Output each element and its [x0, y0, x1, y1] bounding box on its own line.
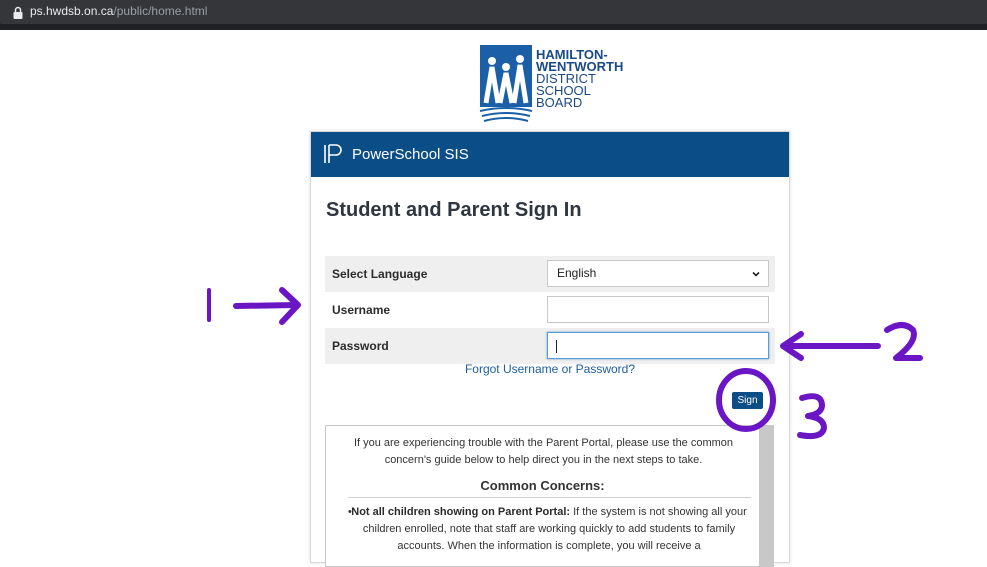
annotation-2-digit — [884, 322, 923, 361]
annotation-1 — [207, 287, 301, 325]
annotation-3-digit — [797, 393, 827, 440]
annotation-overlay — [207, 287, 923, 440]
annotation-2 — [780, 322, 923, 361]
annotation-1-arrow-icon — [233, 287, 301, 325]
annotation-3-circle — [716, 368, 776, 432]
annotation-3 — [716, 368, 827, 440]
annotation-2-arrow-icon — [780, 331, 881, 361]
